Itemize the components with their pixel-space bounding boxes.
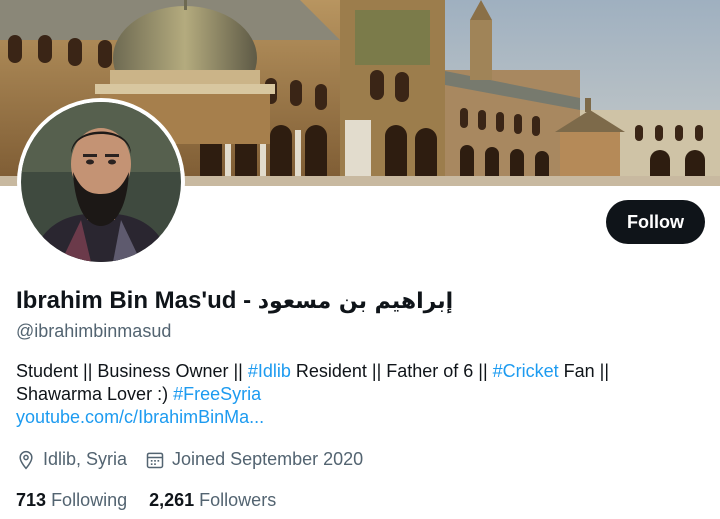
bio-line-3: youtube.com/c/IbrahimBinMa... <box>16 406 706 429</box>
bio: Student || Business Owner || #Idlib Resi… <box>16 360 706 429</box>
following-number: 713 <box>16 490 47 510</box>
location-pin-icon <box>19 450 33 469</box>
display-name: Ibrahim Bin Mas'ud - إبراهيم بن مسعود <box>16 287 453 315</box>
location-text: Idlib, Syria <box>43 449 128 469</box>
profile-meta: Idlib, Syria Joined September 2020 <box>16 449 381 470</box>
bio-line-1: Student || Business Owner || #Idlib Resi… <box>16 360 706 383</box>
follow-counts: 713 Following 2,261 Followers <box>16 490 298 511</box>
bio-line-2: Shawarma Lover :) #FreeSyria <box>16 383 706 406</box>
followers-number: 2,261 <box>149 490 195 510</box>
join-date: Joined September 2020 <box>145 449 363 470</box>
following-count[interactable]: 713 Following <box>16 490 127 511</box>
bio-text: Resident || Father of 6 || <box>290 361 493 381</box>
followers-label: Followers <box>199 490 277 510</box>
avatar[interactable] <box>17 98 185 266</box>
following-label: Following <box>51 490 128 510</box>
bio-text: Shawarma Lover :) <box>16 384 174 404</box>
profile-link[interactable]: youtube.com/c/IbrahimBinMa... <box>16 407 264 427</box>
followers-count[interactable]: 2,261 Followers <box>149 490 276 511</box>
calendar-icon <box>146 452 164 468</box>
display-name-latin: Ibrahim Bin Mas'ud - <box>16 287 258 314</box>
display-name-arabic: إبراهيم بن مسعود <box>257 289 454 314</box>
avatar-image <box>21 102 181 262</box>
join-date-text: Joined September 2020 <box>172 449 364 469</box>
hashtag-freesyria[interactable]: #FreeSyria <box>173 384 261 404</box>
bio-text: Student || Business Owner || <box>16 361 248 381</box>
hashtag-cricket[interactable]: #Cricket <box>493 361 559 381</box>
hashtag-idlib[interactable]: #Idlib <box>248 361 291 381</box>
location: Idlib, Syria <box>16 449 127 470</box>
bio-text: Fan || <box>558 361 610 381</box>
follow-button[interactable]: Follow <box>606 200 705 244</box>
user-handle: @ibrahimbinmasud <box>16 321 172 341</box>
